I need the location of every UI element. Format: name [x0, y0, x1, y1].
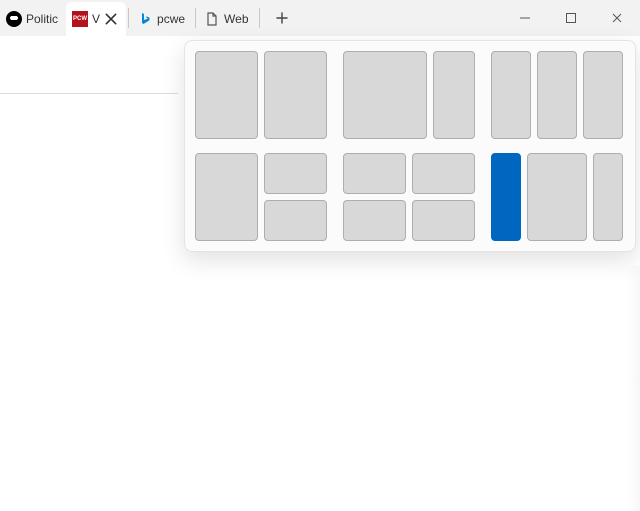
toolbar-placeholder: [0, 36, 178, 94]
tab-pcw[interactable]: PCW V: [66, 2, 126, 36]
tab-label: Politic: [26, 12, 58, 26]
content-area: [0, 36, 640, 511]
tab-politics[interactable]: Politic: [0, 2, 66, 36]
maximize-button[interactable]: [548, 0, 594, 36]
snap-layout-three-columns[interactable]: [491, 51, 623, 139]
snap-zone-selected[interactable]: [491, 153, 521, 241]
pcw-logo-icon: PCW: [72, 11, 88, 27]
tab-separator: [195, 8, 196, 28]
tab-separator: [128, 8, 129, 28]
tab-label: V: [92, 12, 100, 26]
snap-zone[interactable]: [343, 51, 427, 139]
snap-zone[interactable]: [343, 153, 406, 194]
snap-zone[interactable]: [491, 51, 531, 139]
minimize-button[interactable]: [502, 0, 548, 36]
tab-strip: Politic PCW V pcwe Web: [0, 0, 296, 36]
vertical-scrollbar[interactable]: [626, 266, 640, 511]
snap-zone[interactable]: [195, 153, 258, 241]
snap-layout-left-half-right-stack[interactable]: [195, 153, 327, 241]
page-icon: [204, 11, 220, 27]
snap-zone[interactable]: [343, 200, 406, 241]
tab-separator: [259, 8, 260, 28]
close-window-button[interactable]: [594, 0, 640, 36]
snap-zone[interactable]: [433, 51, 475, 139]
snap-zone[interactable]: [527, 153, 587, 241]
snap-zone[interactable]: [195, 51, 258, 139]
snap-zone[interactable]: [412, 200, 475, 241]
snap-zone[interactable]: [593, 153, 623, 241]
snap-layout-two-columns[interactable]: [195, 51, 327, 139]
bing-logo-icon: [137, 11, 153, 27]
snap-layout-narrow-wide-narrow[interactable]: [491, 153, 623, 241]
tab-bing-search[interactable]: pcwe: [131, 2, 193, 36]
window-controls: [502, 0, 640, 36]
snap-layout-quadrants[interactable]: [343, 153, 475, 241]
snap-layout-two-thirds-one-third[interactable]: [343, 51, 475, 139]
abc-logo-icon: [6, 11, 22, 27]
snap-zone[interactable]: [264, 200, 327, 241]
tab-web[interactable]: Web: [198, 2, 256, 36]
tab-label: pcwe: [157, 12, 185, 26]
title-bar: Politic PCW V pcwe Web: [0, 0, 640, 36]
snap-zone[interactable]: [583, 51, 623, 139]
snap-zone[interactable]: [264, 153, 327, 194]
snap-zone[interactable]: [264, 51, 327, 139]
snap-layouts-flyout: [184, 40, 636, 252]
snap-zone[interactable]: [537, 51, 577, 139]
close-tab-button[interactable]: [104, 12, 118, 26]
snap-zone[interactable]: [412, 153, 475, 194]
new-tab-button[interactable]: [268, 4, 296, 32]
tab-label: Web: [224, 12, 248, 26]
